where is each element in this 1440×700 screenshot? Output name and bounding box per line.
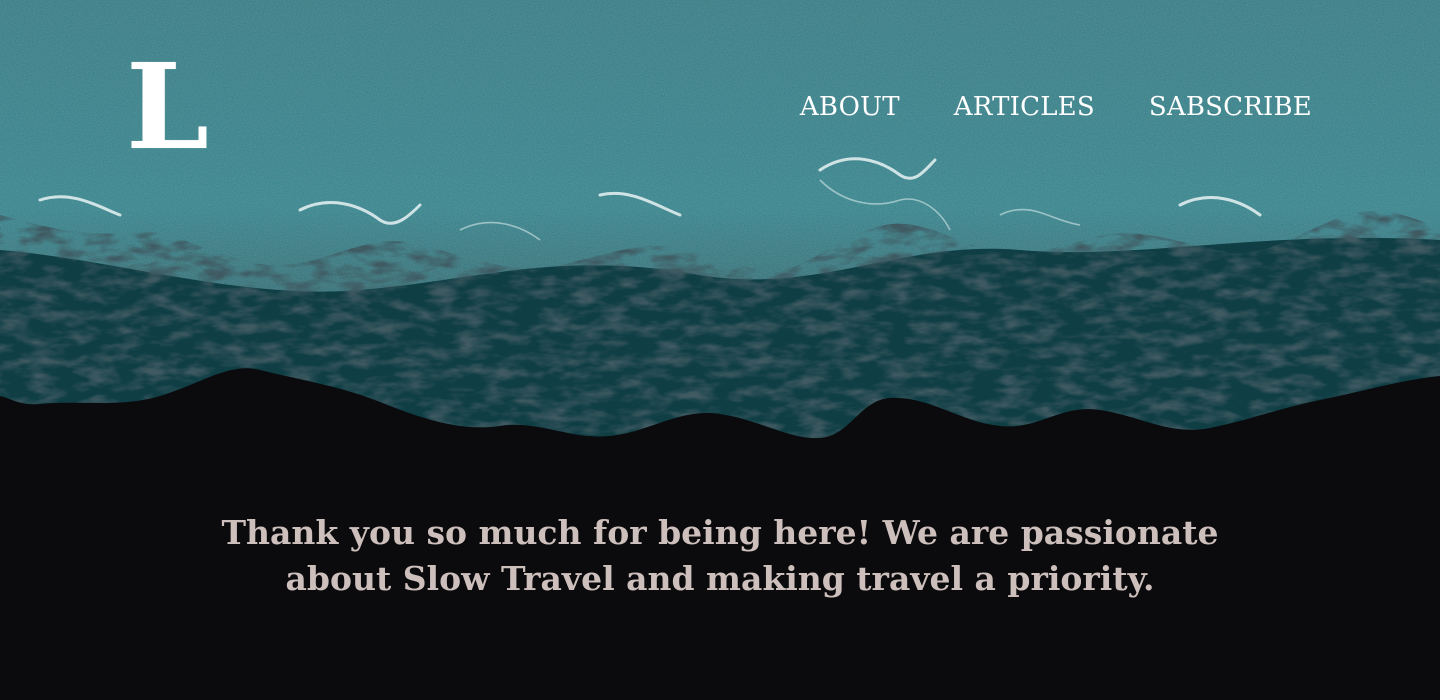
nav-link-articles[interactable]: ARTICLES bbox=[954, 90, 1095, 124]
site-logo[interactable]: L bbox=[126, 48, 226, 166]
nav-link-about[interactable]: ABOUT bbox=[800, 90, 900, 124]
main-navigation: ABOUT ARTICLES SABSCRIBE bbox=[800, 90, 1312, 124]
tagline-line-1: Thank you so much for being here! We are… bbox=[221, 513, 1219, 552]
nav-link-subscribe[interactable]: SABSCRIBE bbox=[1149, 90, 1312, 124]
hero-section: L ABOUT ARTICLES SABSCRIBE Thank you so … bbox=[0, 0, 1440, 700]
tagline-line-2: about Slow Travel and making travel a pr… bbox=[285, 559, 1155, 598]
hero-tagline: Thank you so much for being here! We are… bbox=[0, 510, 1440, 602]
